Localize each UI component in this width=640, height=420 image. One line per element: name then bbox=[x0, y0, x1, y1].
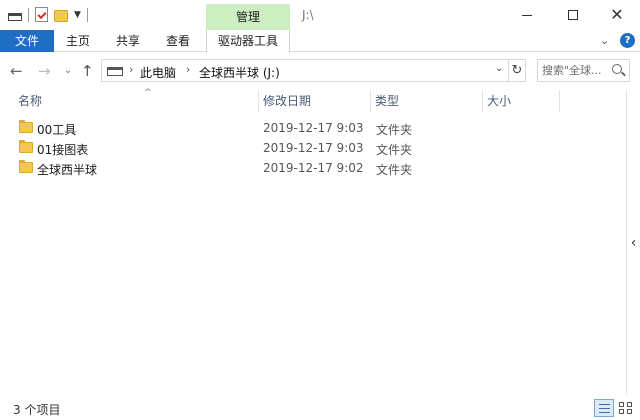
refresh-icon: ↻ bbox=[511, 63, 523, 78]
item-count: 3 个项目 bbox=[13, 403, 61, 417]
column-name-label: 名称 bbox=[18, 94, 43, 108]
breadcrumb-separator-icon[interactable]: › bbox=[129, 63, 133, 76]
tab-drive-tools[interactable]: 驱动器工具 bbox=[206, 30, 290, 53]
large-icons-view-icon bbox=[627, 402, 632, 407]
file-date: 2019-12-17 9:03 bbox=[263, 121, 364, 135]
breadcrumb-this-pc[interactable]: 此电脑 bbox=[140, 64, 176, 81]
toolbar-divider bbox=[28, 7, 29, 22]
quick-access-toolbar: ▼ bbox=[8, 7, 88, 22]
pane-toggle-chevron-icon[interactable]: ‹ bbox=[627, 230, 640, 256]
close-button[interactable]: ✕ bbox=[594, 0, 640, 30]
folder-icon bbox=[19, 160, 33, 173]
close-icon: ✕ bbox=[610, 5, 624, 24]
forward-arrow-icon[interactable]: → bbox=[38, 62, 51, 80]
ribbon-tabs: 文件 主页 共享 查看 驱动器工具 ⌄ ? bbox=[0, 30, 640, 53]
window-title: J:\ bbox=[302, 8, 314, 22]
address-history-chevron-icon[interactable]: ⌄ bbox=[495, 63, 503, 74]
maximize-icon bbox=[568, 10, 578, 20]
tab-file[interactable]: 文件 bbox=[0, 30, 54, 52]
column-date-modified[interactable]: 修改日期 bbox=[258, 90, 370, 112]
search-input[interactable] bbox=[542, 63, 608, 78]
file-name: 01接图表 bbox=[37, 143, 89, 157]
drive-icon bbox=[107, 67, 123, 76]
help-icon[interactable]: ? bbox=[620, 33, 635, 48]
folder-icon bbox=[19, 120, 33, 133]
folder-icon bbox=[19, 140, 33, 153]
address-bar[interactable]: › 此电脑 › 全球西半球 (J:) ⌄ bbox=[101, 59, 509, 82]
back-arrow-icon[interactable]: ← bbox=[10, 62, 23, 80]
search-box[interactable] bbox=[537, 59, 630, 82]
title-bar: ▼ 管理 J:\ ✕ bbox=[0, 0, 640, 30]
tab-share[interactable]: 共享 bbox=[108, 30, 148, 52]
minimize-button[interactable] bbox=[504, 0, 550, 30]
file-date: 2019-12-17 9:02 bbox=[263, 161, 364, 175]
column-name[interactable]: 名称 ^ bbox=[14, 88, 258, 112]
details-view-icon bbox=[599, 412, 610, 413]
large-icons-view-icon bbox=[627, 409, 632, 414]
properties-icon[interactable] bbox=[35, 7, 48, 22]
large-icons-view-icon bbox=[619, 409, 624, 414]
minimize-icon bbox=[522, 14, 532, 16]
expand-ribbon-chevron-icon[interactable]: ⌄ bbox=[600, 34, 609, 47]
search-icon bbox=[612, 64, 622, 74]
details-pane-strip: ‹ bbox=[626, 90, 640, 395]
tab-view[interactable]: 查看 bbox=[158, 30, 198, 52]
manage-context-header: 管理 bbox=[206, 4, 290, 30]
up-arrow-icon[interactable]: ↑ bbox=[81, 62, 94, 80]
column-header: 名称 ^ 修改日期 类型 大小 bbox=[0, 88, 626, 112]
list-item[interactable]: 01接图表 2019-12-17 9:03 文件夹 bbox=[0, 138, 626, 158]
status-bar: 3 个项目 bbox=[0, 398, 640, 420]
tab-home[interactable]: 主页 bbox=[58, 30, 98, 52]
navigation-bar: ← → ⌄ ↑ › 此电脑 › 全球西半球 (J:) ⌄ ↻ bbox=[0, 56, 640, 86]
sort-ascending-icon: ^ bbox=[144, 88, 152, 98]
details-view-button[interactable] bbox=[594, 399, 614, 417]
customize-toolbar-chevron-icon[interactable]: ▼ bbox=[74, 10, 81, 20]
recent-locations-chevron-icon[interactable]: ⌄ bbox=[64, 62, 72, 80]
column-type[interactable]: 类型 bbox=[370, 90, 482, 112]
list-item[interactable]: 00工具 2019-12-17 9:03 文件夹 bbox=[0, 118, 626, 138]
new-folder-icon[interactable] bbox=[54, 9, 68, 22]
file-type: 文件夹 bbox=[376, 123, 413, 137]
details-view-icon bbox=[599, 408, 610, 409]
file-type: 文件夹 bbox=[376, 163, 413, 177]
large-icons-view-button[interactable] bbox=[616, 399, 636, 417]
file-type: 文件夹 bbox=[376, 143, 413, 157]
drive-icon[interactable] bbox=[8, 12, 22, 21]
file-name: 全球西半球 bbox=[37, 163, 98, 177]
file-list: 00工具 2019-12-17 9:03 文件夹 01接图表 2019-12-1… bbox=[0, 118, 626, 178]
refresh-button[interactable]: ↻ bbox=[509, 59, 526, 82]
breadcrumb-drive-j[interactable]: 全球西半球 (J:) bbox=[199, 64, 280, 81]
file-name: 00工具 bbox=[37, 123, 77, 137]
maximize-button[interactable] bbox=[550, 0, 596, 30]
column-size[interactable]: 大小 bbox=[482, 90, 560, 112]
list-item[interactable]: 全球西半球 2019-12-17 9:02 文件夹 bbox=[0, 158, 626, 178]
large-icons-view-icon bbox=[619, 402, 624, 407]
breadcrumb-separator-icon[interactable]: › bbox=[186, 63, 190, 76]
file-date: 2019-12-17 9:03 bbox=[263, 141, 364, 155]
details-view-icon bbox=[599, 404, 610, 405]
toolbar-divider bbox=[86, 7, 88, 22]
